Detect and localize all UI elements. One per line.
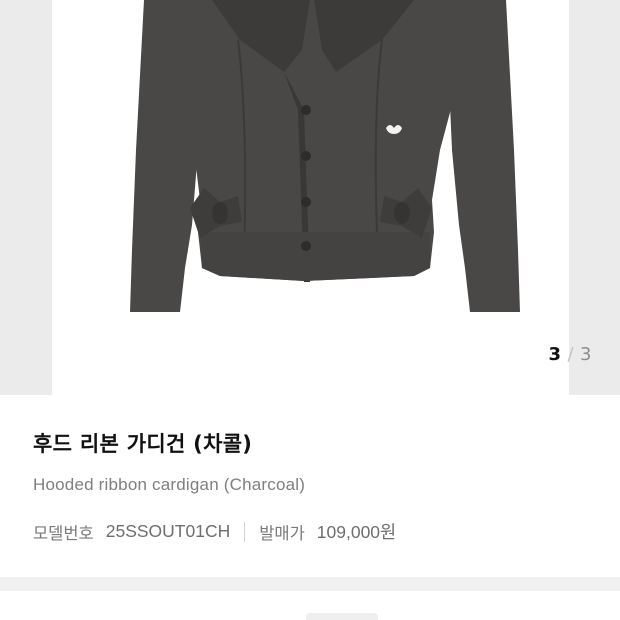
image-counter: 3/3 [548,344,592,366]
product-title: 후드 리본 가디건 (차콜) [33,432,253,456]
product-info: 후드 리본 가디건 (차콜) Hooded ribbon cardigan (C… [0,395,620,577]
image-counter-current: 3 [548,344,562,365]
model-number-label: 모델번호 [33,523,94,543]
release-price-label: 발매가 [259,523,305,543]
product-detail-page: 3/3 후드 리본 가디건 (차콜) Hooded ribbon cardiga… [0,0,620,620]
section-divider [0,577,620,591]
next-section [0,591,620,620]
release-price-value: 109,000원 [316,522,397,542]
image-counter-total: 3 [580,344,592,365]
model-number-value: 25SSOUT01CH [105,521,231,541]
product-image-carousel[interactable]: 3/3 [0,0,620,395]
product-photo[interactable] [52,0,569,395]
image-counter-separator: / [567,344,575,365]
product-meta: 모델번호 25SSOUT01CH 발매가 109,000원 [33,519,396,544]
product-subtitle: Hooded ribbon cardigan (Charcoal) [33,475,306,494]
next-section-header-stub [306,613,378,620]
meta-divider [244,521,246,542]
cardigan-image [130,0,520,312]
